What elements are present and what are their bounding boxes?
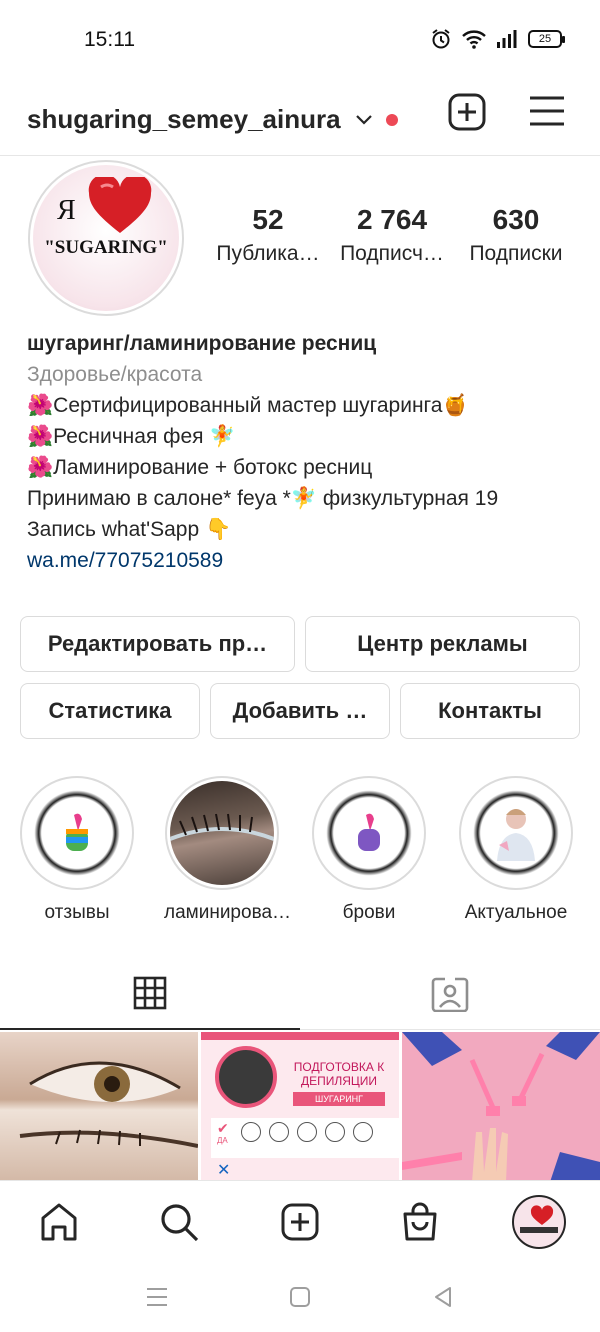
signal-icon (497, 30, 517, 48)
highlight-cover (25, 781, 129, 885)
nav-search[interactable] (156, 1199, 202, 1245)
stat-posts[interactable]: 52 Публика… (210, 204, 326, 266)
bio-line: Запись what'Sapp 👇 (27, 518, 232, 541)
home-icon (41, 1203, 77, 1241)
post-thumbnail[interactable]: ПОДГОТОВКА К ДЕПИЛЯЦИИ ШУГАРИНГ ✔ ДА ✕ (201, 1032, 399, 1182)
post-title: ПОДГОТОВКА К ДЕПИЛЯЦИИ (293, 1060, 385, 1088)
insights-button[interactable]: Статистика (20, 683, 200, 739)
recents-icon[interactable] (146, 1286, 168, 1308)
alarm-icon (432, 29, 450, 49)
highlight-label: брови (342, 902, 396, 923)
stat-followers-value: 2 764 (356, 204, 428, 235)
eye-photo (19, 1061, 198, 1148)
tab-tagged[interactable] (300, 958, 600, 1030)
notification-dot (386, 114, 398, 126)
highlight-label: ламинирова… (164, 902, 292, 923)
highlight-label: отзывы (44, 902, 110, 923)
new-post-icon (281, 1203, 319, 1241)
bio-name: шугаринг/ламинирование ресниц (27, 332, 377, 355)
add-shop-button[interactable]: Добавить … (210, 683, 390, 739)
highlight-ring (165, 776, 279, 890)
profile-avatar-icon (520, 1205, 558, 1233)
post-yes-label: ДА (217, 1136, 228, 1145)
bio-line: 🌺Сертифицированный мастер шугаринга🍯 (27, 394, 469, 417)
shopping-bag-icon (403, 1202, 437, 1241)
stat-following[interactable]: 630 Подписки (460, 204, 572, 266)
bio-category: Здоровье/красота (27, 363, 203, 386)
highlight-cover (170, 781, 274, 885)
lashes-photo (170, 813, 274, 841)
heart-fingers-icon (66, 813, 88, 851)
highlight-ring (312, 776, 426, 890)
bio-line: 🌺Ресничная фея 🧚 (27, 425, 236, 448)
posts-grid: ПОДГОТОВКА К ДЕПИЛЯЦИИ ШУГАРИНГ ✔ ДА ✕ (0, 1032, 600, 1182)
avatar-image: Я "SUGARING" (33, 165, 179, 311)
heart-icon (88, 177, 152, 233)
stat-posts-value: 52 (252, 204, 284, 235)
avatar-sugaring-text: "SUGARING" (44, 237, 168, 258)
menu-icon[interactable] (528, 94, 566, 128)
search-icon (161, 1204, 199, 1242)
highlight-ring (459, 776, 573, 890)
ad-tools-button[interactable]: Центр рекламы (305, 616, 580, 672)
back-icon[interactable] (432, 1286, 454, 1308)
new-post-icon[interactable] (447, 92, 487, 132)
nav-create[interactable] (277, 1199, 323, 1245)
highlight-cover (464, 781, 568, 885)
chevron-down-icon[interactable] (354, 112, 374, 126)
highlight-label: Актуальное (464, 902, 568, 923)
bio-line: 🌺Ламинирование + ботокс ресниц (27, 456, 373, 479)
highlight-current[interactable]: Актуальное (458, 776, 574, 924)
post-thumbnail[interactable] (402, 1032, 600, 1182)
profile-bio: шугаринг/ламинирование ресниц Здоровье/к… (27, 328, 587, 576)
stat-posts-label: Публика… (216, 242, 320, 265)
highlight-ring (20, 776, 134, 890)
home-button-icon[interactable] (289, 1286, 311, 1308)
bio-link[interactable]: wa.me/77075210589 (27, 545, 587, 576)
status-time: 15:11 (84, 28, 135, 51)
grid-icon (133, 976, 167, 1010)
profile-header: shugaring_semey_ainura (0, 84, 600, 156)
profile-tabs (0, 958, 600, 1030)
stat-followers[interactable]: 2 764 Подписч… (336, 204, 448, 266)
status-bar: 15:11 25 (0, 0, 600, 80)
highlight-reviews[interactable]: отзывы (19, 776, 135, 924)
avatar-ya-text: Я (57, 195, 76, 226)
highlight-lamination[interactable]: ламинирова… (164, 776, 292, 924)
battery-icon: 25 (528, 30, 565, 48)
bio-line: Принимаю в салоне* feya *🧚 физкультурная… (27, 487, 499, 510)
hands-photo (402, 1032, 600, 1182)
edit-profile-button[interactable]: Редактировать пр… (20, 616, 295, 672)
nav-home[interactable] (36, 1199, 82, 1245)
highlight-brows[interactable]: брови (311, 776, 427, 924)
status-icons: 25 (430, 28, 565, 50)
stat-following-label: Подписки (469, 242, 563, 265)
contacts-button[interactable]: Контакты (400, 683, 580, 739)
post-thumbnail[interactable] (0, 1032, 198, 1182)
tab-posts-grid[interactable] (0, 958, 300, 1030)
post-subtitle: ШУГАРИНГ (293, 1092, 385, 1106)
stat-followers-label: Подписч… (340, 242, 444, 265)
stat-following-value: 630 (492, 204, 540, 235)
nav-shop[interactable] (397, 1199, 443, 1245)
profile-avatar[interactable]: Я "SUGARING" (28, 160, 184, 316)
system-navigation (0, 1264, 600, 1332)
person-photo (497, 809, 535, 861)
nav-profile[interactable] (512, 1195, 566, 1249)
profile-stats: 52 Публика… 2 764 Подписч… 630 Подписки (210, 204, 580, 274)
wifi-icon (462, 30, 486, 49)
tagged-person-icon (431, 977, 469, 1012)
heart-fingers-icon (358, 813, 380, 851)
highlight-cover (317, 781, 421, 885)
bottom-navigation (0, 1180, 600, 1264)
username[interactable]: shugaring_semey_ainura (27, 104, 341, 135)
